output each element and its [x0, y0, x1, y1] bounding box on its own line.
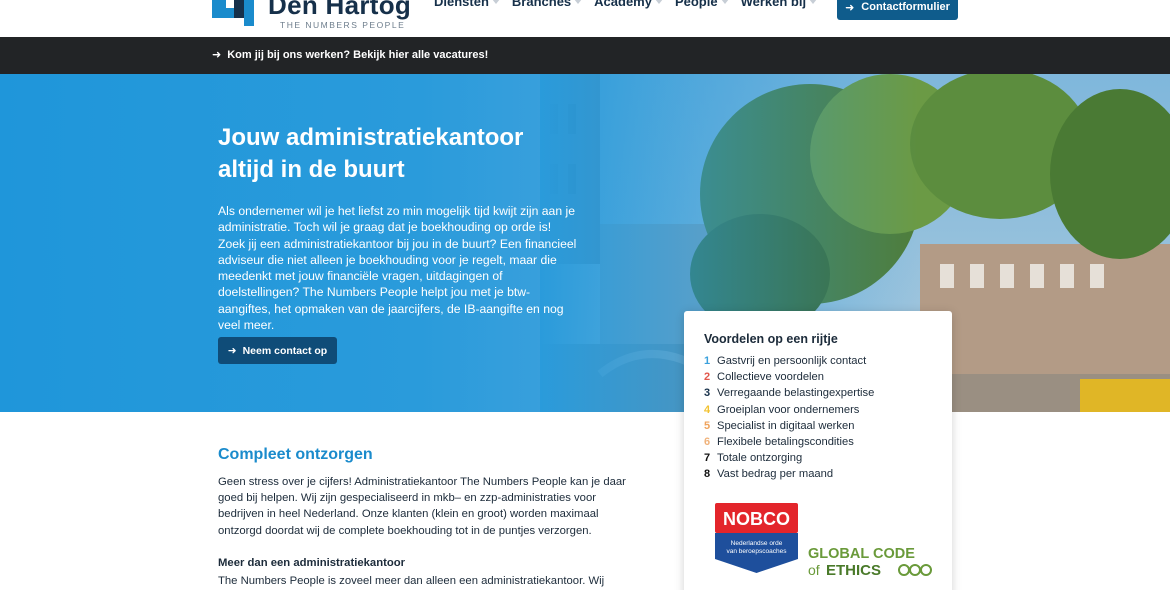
- chevron-down-icon: [809, 0, 818, 4]
- list-item: 2 Collectieve voordelen: [704, 371, 874, 387]
- logo[interactable]: Den Hartog THE NUMBERS PEOPLE: [212, 0, 411, 36]
- benefits-title: Voordelen op een rijtje: [704, 332, 838, 346]
- vacancy-link[interactable]: ➜ Kom jij bij ons werken? Bekijk hier al…: [212, 48, 489, 62]
- benefit-label: Verregaande belastingexpertise: [717, 387, 875, 400]
- nobco-logo[interactable]: NOBCO Nederlandse orde van beroepscoache…: [715, 503, 798, 573]
- benefit-label: Gastvrij en persoonlijk contact: [717, 355, 867, 367]
- ethics-of: of: [808, 562, 820, 578]
- benefit-number: 8: [704, 468, 711, 481]
- vacancy-bar: ➜ Kom jij bij ons werken? Bekijk hier al…: [0, 37, 1170, 74]
- contact-us-button[interactable]: ➜ Neem contact op: [218, 337, 337, 364]
- chevron-down-icon: [654, 0, 663, 4]
- contact-form-label: Contactformulier: [861, 1, 950, 13]
- logo-name: Den Hartog: [268, 0, 412, 20]
- list-item: 7 Totale ontzorging: [704, 452, 874, 468]
- ethics-line2: ETHICS: [826, 562, 881, 579]
- benefits-list: 1 Gastvrij en persoonlijk contact 2 Collec…: [704, 355, 874, 485]
- benefit-number: 7: [704, 452, 711, 465]
- logo-icon: [212, 0, 258, 26]
- benefit-number: 2: [704, 371, 711, 384]
- section-subtitle: Meer dan een administratiekantoor: [218, 557, 406, 569]
- nav-item-people[interactable]: People: [675, 0, 729, 9]
- benefit-number: 6: [704, 435, 711, 448]
- list-item: 8 Vast bedrag per maand: [704, 468, 874, 484]
- benefit-number: 5: [704, 419, 711, 432]
- ethics-line1: GLOBAL CODE: [808, 546, 915, 562]
- contact-us-label: Neem contact op: [242, 344, 328, 357]
- contact-form-button[interactable]: ➜ Contactformulier: [837, 0, 958, 20]
- arrow-right-icon: ➜: [227, 344, 237, 357]
- vacancy-link-text: Kom jij bij ons werken? Bekijk hier alle…: [227, 48, 489, 61]
- benefit-label: Flexibele betalingscondities: [717, 435, 854, 448]
- hero-section: Jouw administratiekantoor altijd in de b…: [0, 74, 1170, 412]
- list-item: 5 Specialist in digitaal werken: [704, 420, 874, 436]
- benefit-number: 4: [704, 403, 711, 416]
- arrow-right-icon: ➜: [212, 49, 222, 61]
- arrow-right-icon: ➜: [845, 1, 855, 14]
- section-text: Geen stress over je cijfers! Administrat…: [218, 476, 626, 537]
- benefit-number: 3: [704, 387, 711, 400]
- nav-item-branches[interactable]: Branches: [512, 0, 583, 9]
- nobco-sub2: van beroepscoaches: [727, 548, 788, 555]
- list-item: 1 Gastvrij en persoonlijk contact: [704, 355, 874, 371]
- benefit-label: Vast bedrag per maand: [717, 468, 834, 481]
- hero-title: Jouw administratiekantoor altijd in de b…: [218, 124, 524, 183]
- benefit-label: Totale ontzorging: [717, 452, 803, 465]
- benefit-number: 1: [704, 355, 711, 367]
- list-item: 3 Verregaande belastingexpertise: [704, 387, 874, 403]
- list-item: 6 Flexibele betalingscondities: [704, 436, 874, 452]
- chevron-down-icon: [491, 0, 500, 4]
- global-code-of-ethics-logo[interactable]: GLOBAL CODE of ETHICS: [808, 543, 932, 579]
- nobco-title: NOBCO: [723, 509, 790, 529]
- site-header: Den Hartog THE NUMBERS PEOPLE Diensten B…: [0, 0, 1170, 37]
- benefit-label: Specialist in digitaal werken: [717, 419, 855, 432]
- nav-item-werken-bij[interactable]: Werken bij: [741, 0, 818, 9]
- benefit-label: Groeiplan voor ondernemers: [717, 403, 860, 416]
- nav-item-academy[interactable]: Academy: [594, 0, 663, 9]
- hero-text: Als ondernemer wil je het liefst zo min …: [218, 204, 577, 333]
- main-nav: Diensten Branches Academy People Werken …: [434, 0, 818, 9]
- benefit-label: Collectieve voordelen: [717, 371, 824, 384]
- logo-tagline: THE NUMBERS PEOPLE: [280, 20, 406, 30]
- nobco-sub1: Nederlandse orde: [731, 540, 783, 547]
- chevron-down-icon: [720, 0, 729, 4]
- benefits-card: Voordelen op een rijtje 1 Gastvrij en per…: [684, 311, 952, 590]
- chevron-down-icon: [574, 0, 583, 4]
- section-title: Compleet ontzorgen: [218, 446, 373, 463]
- section-text-2: The Numbers People is zoveel meer dan al…: [218, 575, 605, 587]
- list-item: 4 Groeiplan voor ondernemers: [704, 404, 874, 420]
- nav-item-diensten[interactable]: Diensten: [434, 0, 500, 9]
